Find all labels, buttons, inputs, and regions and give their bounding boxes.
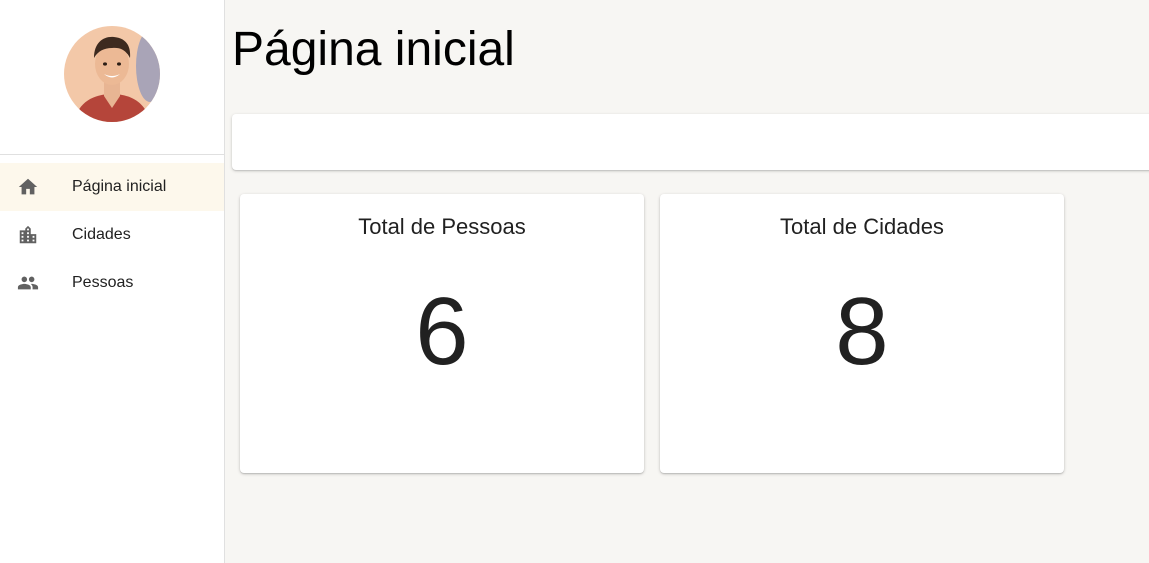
sidebar-item-label: Página inicial (72, 178, 167, 195)
toolbar (232, 114, 1149, 170)
sidebar-item-label: Pessoas (72, 274, 134, 291)
city-icon (16, 223, 40, 247)
sidebar: Página inicial Cidades Pessoas (0, 0, 225, 563)
cards-container: Total de Pessoas 6 Total de Cidades 8 (240, 194, 1064, 473)
sidebar-item-pagina-inicial[interactable]: Página inicial (0, 163, 224, 211)
people-icon (16, 271, 40, 295)
home-icon (16, 175, 40, 199)
sidebar-item-cidades[interactable]: Cidades (0, 211, 224, 259)
sidebar-item-pessoas[interactable]: Pessoas (0, 259, 224, 307)
total-pessoas-card: Total de Pessoas 6 (240, 194, 644, 473)
avatar (64, 26, 160, 122)
sidebar-item-label: Cidades (72, 226, 131, 243)
app-root: Página inicial Cidades Pessoas Página in… (0, 0, 1149, 563)
card-value: 6 (415, 278, 469, 385)
main-content: Página inicial Total de Pessoas 6 Total … (225, 0, 1149, 563)
card-title: Total de Cidades (780, 214, 944, 239)
sidebar-nav: Página inicial Cidades Pessoas (0, 155, 224, 307)
card-title: Total de Pessoas (358, 214, 526, 239)
page-title: Página inicial (232, 23, 515, 76)
card-value: 8 (835, 278, 889, 385)
total-cidades-card: Total de Cidades 8 (660, 194, 1064, 473)
avatar-section (0, 0, 224, 155)
